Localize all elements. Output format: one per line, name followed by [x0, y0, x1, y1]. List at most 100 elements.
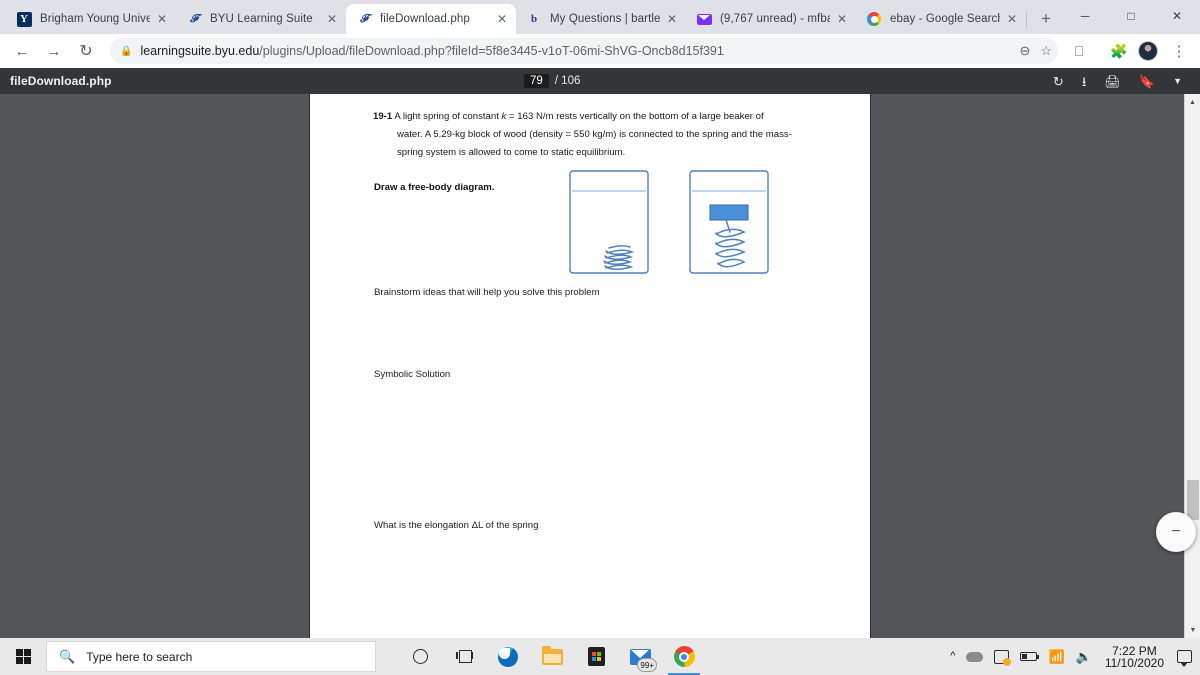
problem-line2: water. A 5.29-kg block of wood (density …	[397, 129, 792, 140]
show-hidden-icons-chevron[interactable]: ^	[950, 651, 955, 662]
taskbar-clock[interactable]: 7:22 PM 11/10/2020	[1105, 645, 1164, 669]
pdf-viewer: fileDownload.php 79 / 106 ↻ ⭳ 🖨 🔖 ▼ Writ…	[0, 68, 1200, 638]
taskbar-app-mail[interactable]: 99+	[618, 638, 662, 675]
start-button[interactable]	[0, 638, 46, 675]
cortana-icon	[412, 649, 428, 664]
clock-date: 11/10/2020	[1104, 655, 1164, 670]
star-icon[interactable]: ☆	[1040, 43, 1052, 59]
scrollbar-thumb[interactable]	[1187, 480, 1199, 520]
taskbar-app-file-explorer[interactable]	[530, 638, 574, 675]
tab-close-icon[interactable]: ✕	[664, 11, 680, 27]
tab-strip: Y Brigham Young Univers ✕ 𝓕 BYU Learning…	[0, 0, 1200, 34]
byu-learningsuite-icon: 𝓕	[359, 12, 369, 25]
pdf-page: Written Homework 19 19-1 A light spring …	[310, 82, 870, 638]
browser-tab-bartleby[interactable]: b My Questions | bartleby ✕	[516, 4, 687, 34]
file-explorer-icon	[541, 645, 563, 665]
tab-title: (9,767 unread) - mfball	[720, 13, 830, 25]
address-bar-url: learningsuite.byu.edu/plugins/Upload/fil…	[140, 44, 723, 58]
clock-time: 7:22 PM	[1112, 643, 1157, 658]
pdf-page-indicator: 79 / 106	[524, 74, 580, 88]
tab-title: Brigham Young Univers	[40, 13, 150, 25]
battery-icon[interactable]	[1020, 652, 1040, 661]
problem-number: 19-1	[373, 111, 393, 122]
onedrive-icon[interactable]	[966, 651, 984, 662]
beaker-with-compressed-spring	[569, 170, 649, 274]
windows-logo-icon	[15, 649, 31, 664]
scroll-up-arrow[interactable]: ▲	[1185, 94, 1200, 110]
new-tab-button[interactable]: +	[1032, 5, 1060, 33]
bookmark-icon[interactable]: 🔖	[1139, 75, 1155, 88]
print-icon[interactable]: 🖨	[1104, 75, 1121, 88]
browser-tab-mail[interactable]: (9,767 unread) - mfball ✕	[686, 4, 857, 34]
windows-taskbar: 🔍 Type here to search 99+ ^ 📶 🔈 7:22 PM …	[0, 638, 1200, 675]
maximize-button[interactable]: □	[1108, 0, 1154, 32]
browser-tab-brigham-young[interactable]: Y Brigham Young Univers ✕	[6, 4, 177, 34]
omnibox-actions: ⊖ ☆	[1019, 43, 1052, 59]
mail-unread-badge: 99+	[637, 658, 657, 672]
tab-close-icon[interactable]: ✕	[834, 11, 850, 27]
volume-icon[interactable]: 🔈	[1076, 650, 1092, 663]
system-tray: ^ 📶 🔈 7:22 PM 11/10/2020	[950, 638, 1200, 675]
three-dot-menu-icon[interactable]: ⋮	[1166, 38, 1192, 64]
pdf-document-name: fileDownload.php	[10, 74, 112, 88]
puzzle-piece-icon[interactable]: 🧩	[1106, 38, 1132, 64]
tab-separator	[1026, 12, 1027, 28]
taskbar-app-chrome[interactable]	[662, 638, 706, 675]
tab-title: ebay - Google Search	[890, 13, 1000, 25]
pdf-toolbar: fileDownload.php 79 / 106 ↻ ⭳ 🖨 🔖 ▼	[0, 68, 1200, 94]
url-path: /plugins/Upload/fileDownload.php?fileId=…	[259, 44, 724, 58]
payment-card-icon[interactable]: ⎕	[1066, 38, 1092, 64]
scroll-down-arrow[interactable]: ▼	[1185, 622, 1200, 638]
google-icon	[866, 11, 882, 27]
browser-tab-filedownload[interactable]: 𝓕 fileDownload.php ✕	[346, 4, 516, 34]
wifi-icon[interactable]: 📶	[1048, 650, 1064, 663]
brainstorm-prompt: Brainstorm ideas that will help you solv…	[374, 287, 600, 298]
page-total-label: / 106	[554, 75, 581, 87]
action-center-icon[interactable]	[1177, 650, 1192, 667]
download-icon[interactable]: ⭳	[1082, 75, 1087, 88]
wood-block	[709, 204, 749, 221]
taskbar-search-box[interactable]: 🔍 Type here to search	[46, 641, 376, 672]
search-placeholder: Type here to search	[86, 649, 193, 664]
microsoft-store-icon	[587, 647, 605, 666]
chevron-down-icon[interactable]: ▼	[1173, 76, 1182, 86]
address-bar[interactable]: 🔒 learningsuite.byu.edu/plugins/Upload/f…	[110, 38, 1058, 64]
edge-icon	[498, 646, 518, 667]
problem-line1-b: = 163 N/m rests vertically on the bottom…	[506, 111, 764, 122]
problem-statement: 19-1 A light spring of constant k = 163 …	[373, 108, 823, 162]
close-window-button[interactable]: ✕	[1154, 0, 1200, 32]
beaker-with-block-on-stretched-spring	[689, 170, 769, 274]
forward-icon[interactable]: →	[40, 37, 68, 65]
tab-close-icon[interactable]: ✕	[1004, 11, 1020, 27]
taskbar-app-microsoft-store[interactable]	[574, 638, 618, 675]
zoom-out-icon[interactable]: ⊖	[1019, 43, 1030, 59]
vertical-scrollbar[interactable]: ▲ ▼	[1184, 94, 1200, 638]
zoom-out-button[interactable]: −	[1156, 512, 1196, 552]
task-view-icon	[455, 649, 473, 664]
window-controls: ─ □ ✕	[1062, 0, 1200, 32]
tab-close-icon[interactable]: ✕	[494, 11, 510, 27]
profile-avatar[interactable]	[1138, 41, 1158, 61]
rotate-icon[interactable]: ↻	[1053, 75, 1064, 88]
page-number-input[interactable]: 79	[524, 74, 549, 88]
sync-warning-icon[interactable]	[994, 649, 1012, 666]
chrome-icon	[673, 646, 695, 667]
pdf-tool-icons: ↻ ⭳ 🖨 🔖 ▼	[1053, 75, 1182, 88]
back-icon[interactable]: ←	[8, 37, 36, 65]
symbolic-solution-prompt: Symbolic Solution	[374, 369, 451, 380]
browser-toolbar: ← → ↻ 🔒 learningsuite.byu.edu/plugins/Up…	[0, 34, 1200, 68]
browser-tab-byu-learning-suite[interactable]: 𝓕 BYU Learning Suite ✕	[176, 4, 347, 34]
reload-icon[interactable]: ↻	[72, 37, 100, 65]
tab-title: fileDownload.php	[380, 13, 470, 25]
cortana-button[interactable]	[398, 638, 442, 675]
tab-close-icon[interactable]: ✕	[154, 11, 170, 27]
bartleby-icon: b	[530, 12, 538, 25]
problem-line1-a: A light spring of constant	[394, 111, 502, 122]
url-host: learningsuite.byu.edu	[140, 44, 260, 58]
free-body-diagram-prompt: Draw a free-body diagram.	[374, 182, 495, 193]
task-view-button[interactable]	[442, 638, 486, 675]
taskbar-app-edge[interactable]	[486, 638, 530, 675]
tab-close-icon[interactable]: ✕	[324, 11, 340, 27]
minimize-button[interactable]: ─	[1062, 0, 1108, 32]
browser-tab-ebay-google-search[interactable]: ebay - Google Search ✕	[856, 4, 1027, 34]
